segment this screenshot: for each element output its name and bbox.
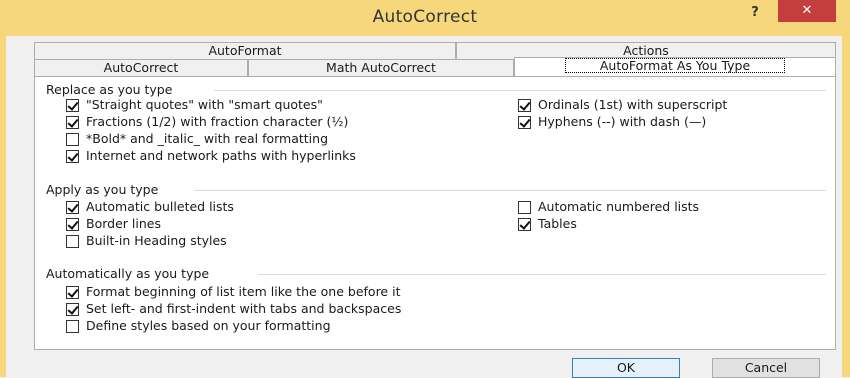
window-title: AutoCorrect bbox=[372, 7, 478, 27]
help-button[interactable]: ? bbox=[744, 4, 766, 22]
close-button[interactable]: ✕ bbox=[778, 0, 836, 22]
checkbox[interactable] bbox=[66, 133, 79, 146]
checkbox[interactable] bbox=[66, 320, 79, 333]
option-label: Automatic numbered lists bbox=[538, 199, 700, 214]
option-label: "Straight quotes" with "smart quotes" bbox=[86, 97, 323, 112]
option-label: Tables bbox=[538, 216, 577, 231]
option-label: Internet and network paths with hyperlin… bbox=[86, 148, 356, 163]
option-label: Automatic bulleted lists bbox=[86, 199, 234, 214]
checkbox[interactable] bbox=[66, 201, 79, 214]
checkbox[interactable] bbox=[66, 235, 79, 248]
option-label: Built-in Heading styles bbox=[86, 233, 227, 248]
checkbox[interactable] bbox=[518, 116, 531, 129]
tab-autoformat[interactable]: AutoFormat bbox=[34, 42, 456, 59]
option-label: Set left- and first-indent with tabs and… bbox=[86, 301, 402, 316]
checkbox[interactable] bbox=[66, 286, 79, 299]
checkbox[interactable] bbox=[66, 116, 79, 129]
ok-button[interactable]: OK bbox=[572, 358, 680, 378]
option-label: Ordinals (1st) with superscript bbox=[538, 97, 728, 112]
group-title-replace: Replace as you type bbox=[46, 82, 173, 97]
window-frame-right bbox=[842, 36, 850, 377]
option-label: Border lines bbox=[86, 216, 161, 231]
group-divider bbox=[214, 90, 826, 91]
tab-math-autocorrect[interactable]: Math AutoCorrect bbox=[248, 59, 514, 76]
cancel-button[interactable]: Cancel bbox=[712, 358, 820, 378]
group-divider bbox=[258, 274, 826, 275]
group-divider bbox=[194, 190, 826, 191]
checkbox[interactable] bbox=[66, 303, 79, 316]
checkbox[interactable] bbox=[518, 99, 531, 112]
option-label: Fractions (1/2) with fraction character … bbox=[86, 114, 349, 129]
checkbox[interactable] bbox=[518, 218, 531, 231]
tab-label: AutoFormat As You Type bbox=[564, 58, 786, 73]
option-label: Define styles based on your formatting bbox=[86, 318, 331, 333]
group-title-apply: Apply as you type bbox=[46, 182, 159, 197]
tab-autoformat-as-you-type[interactable]: AutoFormat As You Type bbox=[514, 57, 836, 76]
option-label: Format beginning of list item like the o… bbox=[86, 284, 401, 299]
title-bar: AutoCorrect ? ✕ bbox=[0, 0, 850, 36]
option-label: Hyphens (--) with dash (—) bbox=[538, 114, 707, 129]
group-title-automatically: Automatically as you type bbox=[46, 266, 210, 281]
checkbox[interactable] bbox=[66, 218, 79, 231]
checkbox[interactable] bbox=[66, 150, 79, 163]
checkbox[interactable] bbox=[66, 99, 79, 112]
checkbox[interactable] bbox=[518, 201, 531, 214]
option-label: *Bold* and _italic_ with real formatting bbox=[86, 131, 329, 146]
tab-autocorrect[interactable]: AutoCorrect bbox=[34, 59, 248, 76]
